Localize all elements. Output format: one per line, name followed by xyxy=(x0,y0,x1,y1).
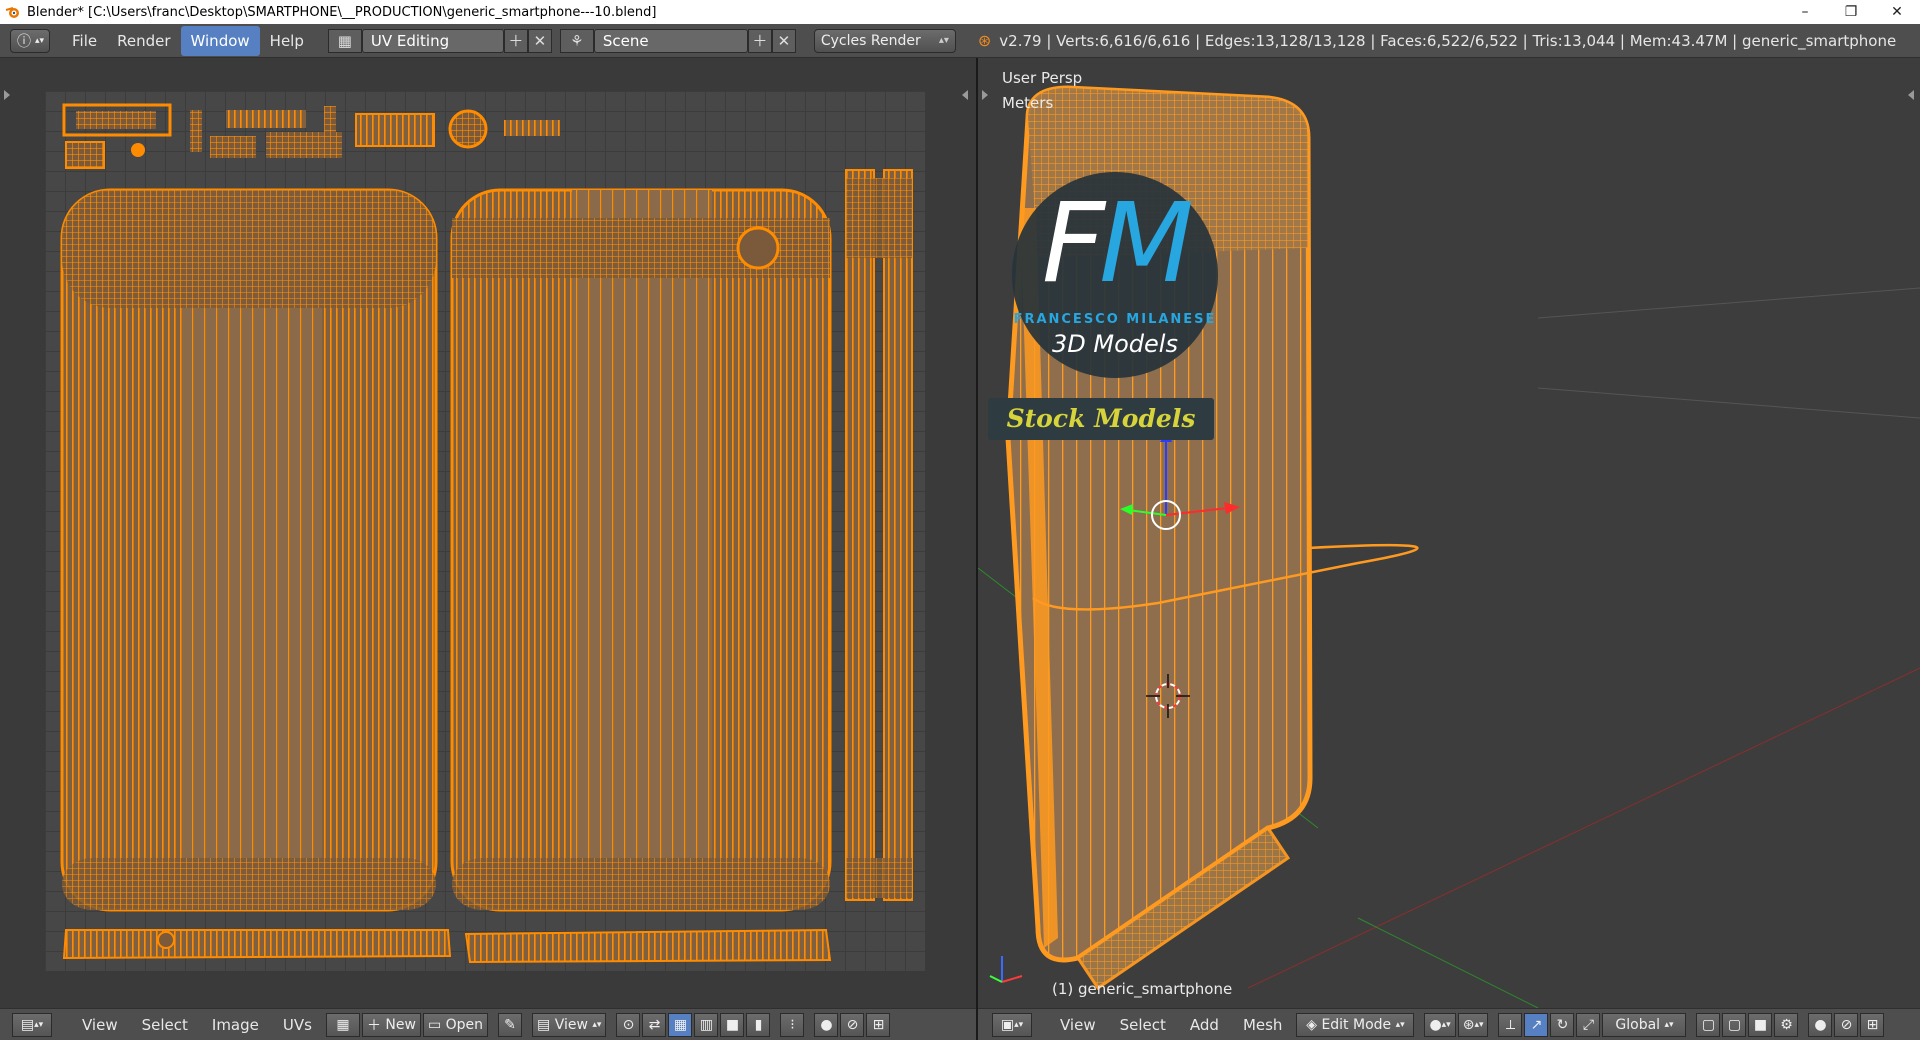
axis-widget xyxy=(989,956,1023,983)
occlude-geometry-icon[interactable]: ⚙ xyxy=(1774,1012,1799,1037)
uv-small-islands xyxy=(62,103,560,169)
edit-mode-icon: ◈ xyxy=(1306,1016,1317,1033)
orientation-dropdown[interactable]: Global ▴▾ xyxy=(1602,1012,1687,1037)
render-engine-label: Cycles Render xyxy=(820,32,921,49)
logo-subtitle: 3D Models xyxy=(1052,330,1178,358)
mode-dropdown[interactable]: ◈ Edit Mode ▴▾ xyxy=(1296,1012,1415,1037)
active-object-label: (1) generic_smartphone xyxy=(1052,980,1233,998)
sticky-mode-icon[interactable]: ⁝ xyxy=(780,1012,805,1037)
new-image-button[interactable]: ＋ New xyxy=(361,1012,421,1037)
uv-menu-select[interactable]: Select xyxy=(130,1016,200,1034)
scene-field[interactable]: Scene xyxy=(593,28,748,53)
layer-2-icon[interactable]: ▢ xyxy=(1722,1012,1747,1037)
chevron-updown-icon: ▴▾ xyxy=(938,35,949,46)
view-mode-label: View xyxy=(554,1016,588,1033)
rotate-manipulator-icon[interactable]: ↻ xyxy=(1550,1012,1575,1037)
window-title: Blender* [C:\Users\franc\Desktop\SMARTPH… xyxy=(27,4,657,20)
vertex-select-icon[interactable]: ▦ xyxy=(668,1012,693,1037)
manipulator-toggle-icon[interactable]: ⟂ xyxy=(1498,1012,1523,1037)
close-button[interactable]: ✕ xyxy=(1874,0,1920,24)
scale-manipulator-icon[interactable]: ⤢ xyxy=(1576,1012,1601,1037)
editor-type-info-button[interactable]: ⓘ ▴▾ xyxy=(10,28,50,53)
scene-label: Scene xyxy=(602,31,649,50)
new-image-label: New xyxy=(385,1016,416,1033)
3d-menu-select[interactable]: Select xyxy=(1108,1016,1178,1034)
open-image-button[interactable]: ▭ Open xyxy=(422,1012,489,1037)
orientation-label: Global xyxy=(1615,1016,1661,1033)
render-engine-dropdown[interactable]: Cycles Render ▴▾ xyxy=(813,28,956,53)
window-titlebar: Blender* [C:\Users\franc\Desktop\SMARTPH… xyxy=(0,0,1920,24)
3d-menu-view[interactable]: View xyxy=(1048,1016,1108,1034)
3d-view-header: ▣ ▴▾ View Select Add Mesh ◈ Edit Mode ▴▾ … xyxy=(978,1008,1920,1040)
3d-menu-add[interactable]: Add xyxy=(1178,1016,1231,1034)
minimize-button[interactable]: – xyxy=(1782,0,1828,24)
restore-button[interactable]: ❐ xyxy=(1828,0,1874,24)
layer-3-icon[interactable]: ■ xyxy=(1748,1012,1773,1037)
blender-small-icon: ⊛ xyxy=(977,31,992,50)
logo-author: FRANCESCO MILANESE xyxy=(1013,312,1217,327)
shading-dropdown[interactable]: ● ▴▾ xyxy=(1424,1012,1456,1037)
proportional-edit-3d-icon[interactable]: ● xyxy=(1808,1012,1833,1037)
uv-island-front xyxy=(60,188,438,912)
edge-select-icon[interactable]: ▥ xyxy=(694,1012,719,1037)
uv-island-sides xyxy=(845,169,913,901)
3d-menu-mesh[interactable]: Mesh xyxy=(1231,1016,1295,1034)
mode-label: Edit Mode xyxy=(1321,1016,1392,1033)
face-select-icon[interactable]: ■ xyxy=(720,1012,745,1037)
image-browse-button[interactable]: ▦ xyxy=(325,1012,360,1037)
view-name: User Persp xyxy=(1002,69,1083,87)
add-layout-button[interactable]: ＋ xyxy=(503,28,528,53)
menu-render[interactable]: Render xyxy=(107,26,180,56)
blender-logo-icon xyxy=(5,7,19,18)
view-icon: ▤ xyxy=(537,1016,551,1033)
scene-stats: v2.79 | Verts:6,616/6,616 | Edges:13,128… xyxy=(999,31,1897,50)
remove-layout-button[interactable]: ✕ xyxy=(527,28,552,53)
uv-editor-header: ▤ ▴▾ View Select Image UVs ▦ ＋ New ▭ Open… xyxy=(0,1008,976,1040)
translate-manipulator-icon[interactable]: ↗ xyxy=(1524,1012,1549,1037)
info-header: ⓘ ▴▾ File Render Window Help ▦ UV Editing… xyxy=(0,24,1920,58)
screen-layout-field[interactable]: UV Editing xyxy=(361,28,504,53)
editor-type-image-button[interactable]: ▤ ▴▾ xyxy=(12,1012,52,1037)
open-image-label: Open xyxy=(445,1016,484,1033)
folder-icon: ▭ xyxy=(427,1016,442,1033)
add-scene-button[interactable]: ＋ xyxy=(747,28,772,53)
units-label: Meters xyxy=(1002,94,1054,112)
island-select-icon[interactable]: ▮ xyxy=(746,1012,771,1037)
uv-menu-uvs[interactable]: UVs xyxy=(271,1016,324,1034)
uv-island-back xyxy=(450,188,832,912)
plus-icon: ＋ xyxy=(366,1017,381,1034)
pin-icon[interactable]: ✎ xyxy=(498,1012,523,1037)
scene-icon[interactable]: ⚘ xyxy=(559,28,594,53)
menu-help[interactable]: Help xyxy=(260,26,314,56)
screen-layout-label: UV Editing xyxy=(370,31,450,50)
watermark-logo-fm: FM xyxy=(1012,188,1218,298)
uv-island-edges xyxy=(62,928,832,964)
snap-icon[interactable]: ⊘ xyxy=(840,1012,865,1037)
image-editor-icon: ▤ xyxy=(20,1016,35,1033)
snap-3d-icon[interactable]: ⊘ xyxy=(1834,1012,1859,1037)
sync-selection-icon[interactable]: ⇄ xyxy=(642,1012,667,1037)
uv-menu-view[interactable]: View xyxy=(70,1016,130,1034)
stock-models-badge: Stock Models xyxy=(988,398,1214,440)
pivot-point-dropdown[interactable]: ⊛ ▴▾ xyxy=(1457,1012,1489,1037)
snap-element-icon[interactable]: ⊞ xyxy=(866,1012,891,1037)
remove-scene-button[interactable]: ✕ xyxy=(771,28,796,53)
menu-window[interactable]: Window xyxy=(180,25,260,56)
uv-menu-image[interactable]: Image xyxy=(200,1016,271,1034)
layer-1-icon[interactable]: ▢ xyxy=(1696,1012,1721,1037)
view-mode-dropdown[interactable]: ▤ View ▴▾ xyxy=(532,1012,607,1037)
logo-f: F xyxy=(1041,179,1105,307)
uv-layout xyxy=(4,90,968,964)
info-icon: ⓘ xyxy=(17,33,31,50)
menu-file[interactable]: File xyxy=(62,26,107,56)
editor-type-3d-button[interactable]: ▣ ▴▾ xyxy=(992,1012,1032,1037)
snap-target-icon[interactable]: ⊞ xyxy=(1860,1012,1885,1037)
uv-image-editor[interactable] xyxy=(0,58,976,1008)
logo-m: M xyxy=(1099,179,1194,307)
proportional-edit-icon[interactable]: ● xyxy=(814,1012,839,1037)
pivot-icon[interactable]: ⊙ xyxy=(616,1012,641,1037)
3d-view-icon: ▣ xyxy=(1000,1016,1015,1033)
screen-layout-icon[interactable]: ▦ xyxy=(327,28,362,53)
